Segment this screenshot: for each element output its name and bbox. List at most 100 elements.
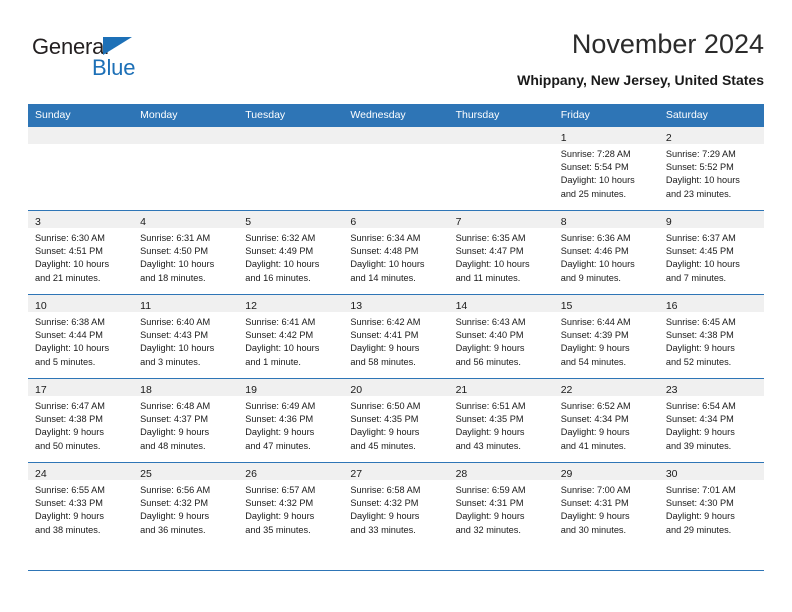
sunset-text: Sunset: 5:52 PM bbox=[665, 162, 734, 173]
daylight-text-line2: and 14 minutes. bbox=[350, 272, 416, 283]
sunrise-text: Sunrise: 6:43 AM bbox=[455, 317, 526, 327]
sunrise-text: Sunrise: 6:40 AM bbox=[140, 317, 211, 327]
day-number: 24 bbox=[35, 468, 47, 480]
daylight-text-line2: and 21 minutes. bbox=[35, 272, 101, 283]
day-cell-empty bbox=[133, 126, 239, 211]
day-cell[interactable]: 7 Sunrise: 6:35 AM Sunset: 4:47 PM Dayli… bbox=[448, 210, 554, 295]
daylight-text-line1: Daylight: 10 hours bbox=[245, 343, 320, 354]
sunset-text: Sunset: 4:38 PM bbox=[665, 330, 734, 341]
day-cell[interactable]: 18 Sunrise: 6:48 AM Sunset: 4:37 PM Dayl… bbox=[133, 378, 239, 463]
daylight-text-line1: Daylight: 9 hours bbox=[350, 427, 420, 438]
page-title: November 2024 bbox=[571, 29, 764, 59]
sunrise-text: Sunrise: 6:51 AM bbox=[455, 401, 526, 411]
calendar-week-row: 17 Sunrise: 6:47 AM Sunset: 4:38 PM Dayl… bbox=[28, 378, 764, 463]
sunset-text: Sunset: 4:43 PM bbox=[140, 330, 209, 341]
sunrise-text: Sunrise: 6:41 AM bbox=[245, 317, 316, 327]
day-cell[interactable]: 22 Sunrise: 6:52 AM Sunset: 4:34 PM Dayl… bbox=[553, 378, 659, 463]
daylight-text-line2: and 3 minutes. bbox=[140, 356, 201, 367]
day-cell[interactable]: 1 Sunrise: 7:28 AM Sunset: 5:54 PM Dayli… bbox=[553, 126, 659, 211]
day-number: 20 bbox=[350, 384, 363, 396]
sunrise-text: Sunrise: 7:28 AM bbox=[560, 149, 631, 159]
day-cell[interactable]: 11 Sunrise: 6:40 AM Sunset: 4:43 PM Dayl… bbox=[133, 294, 239, 379]
sunset-text: Sunset: 4:34 PM bbox=[560, 414, 629, 425]
daylight-text-line2: and 47 minutes. bbox=[245, 440, 311, 451]
day-number: 26 bbox=[245, 468, 257, 480]
day-cell[interactable]: 26 Sunrise: 6:57 AM Sunset: 4:32 PM Dayl… bbox=[238, 462, 344, 546]
day-cell[interactable]: 25 Sunrise: 6:56 AM Sunset: 4:32 PM Dayl… bbox=[133, 462, 239, 546]
sunrise-text: Sunrise: 6:59 AM bbox=[455, 485, 526, 495]
sunset-text: Sunset: 4:48 PM bbox=[350, 246, 419, 257]
sunset-text: Sunset: 5:54 PM bbox=[560, 162, 629, 173]
weekday-header-monday: Monday bbox=[133, 104, 239, 127]
calendar-bottom-rule bbox=[28, 570, 764, 572]
sunrise-text: Sunrise: 6:49 AM bbox=[245, 401, 316, 411]
daylight-text-line2: and 45 minutes. bbox=[350, 440, 416, 451]
day-number: 11 bbox=[140, 300, 152, 312]
day-number: 25 bbox=[140, 468, 152, 480]
day-cell[interactable]: 5 Sunrise: 6:32 AM Sunset: 4:49 PM Dayli… bbox=[238, 210, 344, 295]
daylight-text-line2: and 25 minutes. bbox=[560, 188, 627, 199]
daylight-text-line1: Daylight: 9 hours bbox=[560, 427, 630, 438]
daylight-text-line1: Daylight: 9 hours bbox=[35, 511, 104, 522]
sunset-text: Sunset: 4:42 PM bbox=[245, 330, 314, 341]
day-number: 7 bbox=[455, 216, 462, 228]
day-number: 6 bbox=[350, 216, 357, 228]
day-cell[interactable]: 2 Sunrise: 7:29 AM Sunset: 5:52 PM Dayli… bbox=[658, 126, 764, 211]
daylight-text-line1: Daylight: 9 hours bbox=[455, 511, 525, 522]
day-cell[interactable]: 9 Sunrise: 6:37 AM Sunset: 4:45 PM Dayli… bbox=[658, 210, 764, 295]
day-cell[interactable]: 8 Sunrise: 6:36 AM Sunset: 4:46 PM Dayli… bbox=[553, 210, 659, 295]
day-cell[interactable]: 21 Sunrise: 6:51 AM Sunset: 4:35 PM Dayl… bbox=[448, 378, 554, 463]
day-cell[interactable]: 27 Sunrise: 6:58 AM Sunset: 4:32 PM Dayl… bbox=[343, 462, 449, 546]
sunset-text: Sunset: 4:49 PM bbox=[245, 246, 314, 257]
day-cell[interactable]: 10 Sunrise: 6:38 AM Sunset: 4:44 PM Dayl… bbox=[28, 294, 134, 379]
day-cell-empty bbox=[28, 126, 134, 211]
daylight-text-line2: and 38 minutes. bbox=[35, 524, 101, 535]
day-number: 29 bbox=[560, 468, 573, 480]
day-cell[interactable]: 28 Sunrise: 6:59 AM Sunset: 4:31 PM Dayl… bbox=[448, 462, 554, 546]
day-cell[interactable]: 19 Sunrise: 6:49 AM Sunset: 4:36 PM Dayl… bbox=[238, 378, 344, 463]
day-number: 4 bbox=[140, 216, 146, 228]
daylight-text-line1: Daylight: 10 hours bbox=[560, 175, 635, 186]
day-cell[interactable]: 6 Sunrise: 6:34 AM Sunset: 4:48 PM Dayli… bbox=[343, 210, 449, 295]
daylight-text-line1: Daylight: 10 hours bbox=[140, 259, 215, 270]
sunset-text: Sunset: 4:50 PM bbox=[140, 246, 209, 257]
daylight-text-line2: and 1 minute. bbox=[245, 356, 301, 367]
sunset-text: Sunset: 4:32 PM bbox=[350, 498, 419, 509]
daylight-text-line1: Daylight: 10 hours bbox=[35, 343, 110, 354]
daylight-text-line2: and 18 minutes. bbox=[140, 272, 206, 283]
day-number: 22 bbox=[560, 384, 573, 396]
day-number: 10 bbox=[35, 300, 47, 312]
title-block: November 2024 Whippany, New Jersey, Unit… bbox=[244, 28, 764, 89]
location-subtitle: Whippany, New Jersey, United States bbox=[517, 72, 764, 88]
day-cell[interactable]: 15 Sunrise: 6:44 AM Sunset: 4:39 PM Dayl… bbox=[553, 294, 659, 379]
day-cell[interactable]: 30 Sunrise: 7:01 AM Sunset: 4:30 PM Dayl… bbox=[658, 462, 764, 546]
daylight-text-line1: Daylight: 9 hours bbox=[350, 511, 420, 522]
day-cell[interactable]: 23 Sunrise: 6:54 AM Sunset: 4:34 PM Dayl… bbox=[658, 378, 764, 463]
day-cell[interactable]: 4 Sunrise: 6:31 AM Sunset: 4:50 PM Dayli… bbox=[133, 210, 239, 295]
day-cell[interactable]: 13 Sunrise: 6:42 AM Sunset: 4:41 PM Dayl… bbox=[343, 294, 449, 379]
day-number: 21 bbox=[455, 384, 468, 396]
day-number: 23 bbox=[665, 384, 678, 396]
sunrise-text: Sunrise: 6:52 AM bbox=[560, 401, 631, 411]
daylight-text-line2: and 30 minutes. bbox=[560, 524, 627, 535]
weekday-header-thursday: Thursday bbox=[448, 104, 554, 127]
day-cell[interactable]: 20 Sunrise: 6:50 AM Sunset: 4:35 PM Dayl… bbox=[343, 378, 449, 463]
day-cell[interactable]: 14 Sunrise: 6:43 AM Sunset: 4:40 PM Dayl… bbox=[448, 294, 554, 379]
weekday-header-sunday: Sunday bbox=[28, 104, 134, 127]
sunset-text: Sunset: 4:44 PM bbox=[35, 330, 103, 341]
day-cell[interactable]: 16 Sunrise: 6:45 AM Sunset: 4:38 PM Dayl… bbox=[658, 294, 764, 379]
daylight-text-line1: Daylight: 9 hours bbox=[140, 511, 210, 522]
general-blue-logo[interactable]: General Blue bbox=[32, 34, 212, 92]
calendar-page: General Blue November 2024 Whippany, New… bbox=[0, 0, 792, 612]
day-cell[interactable]: 12 Sunrise: 6:41 AM Sunset: 4:42 PM Dayl… bbox=[238, 294, 344, 379]
day-cell[interactable]: 3 Sunrise: 6:30 AM Sunset: 4:51 PM Dayli… bbox=[28, 210, 134, 295]
sunrise-text: Sunrise: 6:42 AM bbox=[350, 317, 421, 327]
day-cell[interactable]: 24 Sunrise: 6:55 AM Sunset: 4:33 PM Dayl… bbox=[28, 462, 134, 546]
weekday-header-wednesday: Wednesday bbox=[343, 104, 449, 127]
day-cell[interactable]: 17 Sunrise: 6:47 AM Sunset: 4:38 PM Dayl… bbox=[28, 378, 134, 463]
day-cell[interactable]: 29 Sunrise: 7:00 AM Sunset: 4:31 PM Dayl… bbox=[553, 462, 659, 546]
weekday-header-tuesday: Tuesday bbox=[238, 104, 344, 127]
sunrise-text: Sunrise: 6:50 AM bbox=[350, 401, 421, 411]
daylight-text-line2: and 50 minutes. bbox=[35, 440, 101, 451]
daylight-text-line1: Daylight: 10 hours bbox=[245, 259, 320, 270]
